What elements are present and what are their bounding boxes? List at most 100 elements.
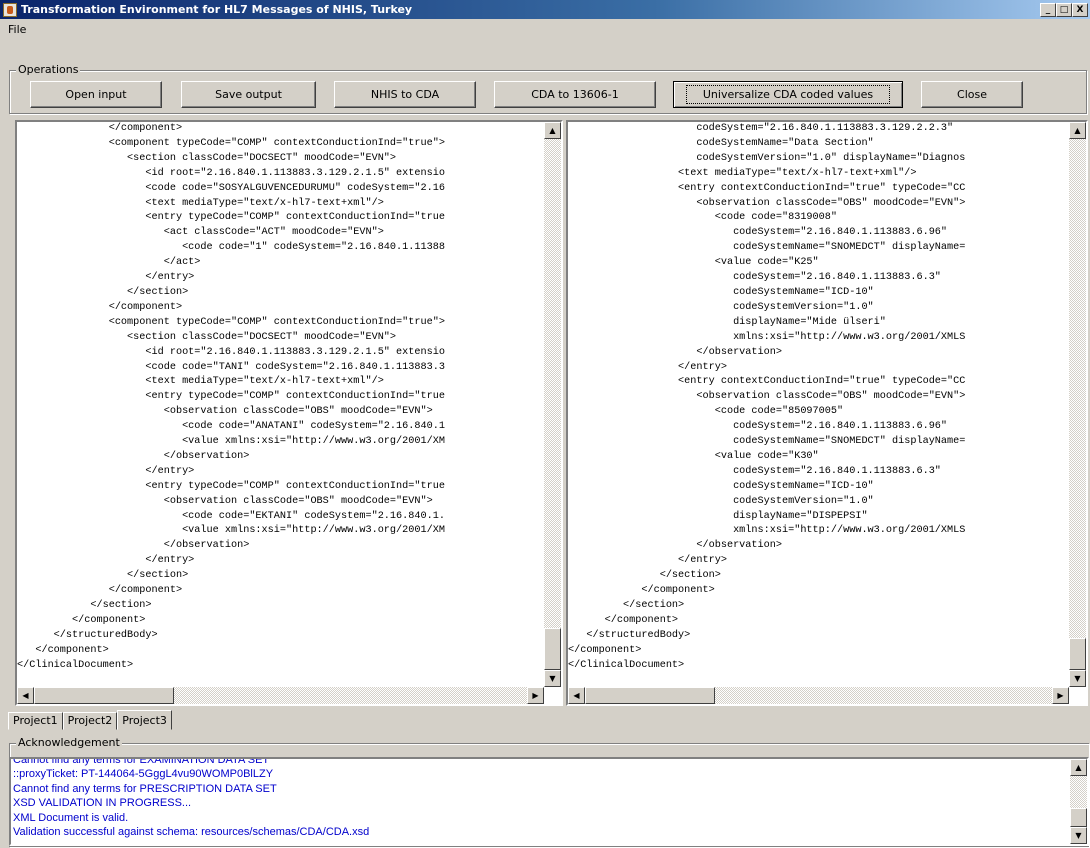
code-line: </entry>	[17, 465, 195, 477]
scroll-right-icon[interactable]: ▶	[527, 687, 544, 704]
code-line: displayName="Mide ülseri"	[568, 316, 886, 328]
code-line: <code code="8319008"	[568, 212, 837, 224]
scroll-down-icon[interactable]: ▼	[1070, 827, 1087, 844]
code-line: <entry contextConductionInd="true" typeC…	[568, 376, 966, 388]
code-line: displayName="DISPEPSI"	[568, 510, 868, 522]
code-line: <code code="ANATANI" codeSystem="2.16.84…	[17, 421, 445, 433]
code-line: codeSystemName="Data Section"	[568, 137, 874, 149]
code-line: codeSystemVersion="1.0"	[568, 495, 874, 507]
code-line: <observation classCode="OBS" moodCode="E…	[568, 197, 966, 209]
code-line: </observation>	[568, 540, 782, 552]
code-line: <value code="K30"	[568, 450, 819, 462]
code-line: <text mediaType="text/x-hl7-text+xml"/>	[568, 167, 917, 179]
code-line: </structuredBody>	[568, 629, 691, 641]
tab-project3[interactable]: Project3	[117, 710, 172, 730]
code-line: </observation>	[17, 540, 250, 552]
save-output-button[interactable]: Save output	[181, 81, 316, 108]
code-line: <entry typeCode="COMP" contextConduction…	[17, 212, 445, 224]
code-line: codeSystemName="SNOMEDCT" displayName=	[568, 242, 966, 254]
code-line: <section classCode="DOCSECT" moodCode="E…	[17, 331, 397, 343]
acknowledgement-log[interactable]: Cannot find any terms for EXAMINATION DA…	[9, 757, 1089, 846]
code-line: <value xmlns:xsi="http://www.w3.org/2001…	[17, 525, 445, 537]
scroll-up-icon[interactable]: ▲	[1069, 122, 1086, 139]
code-line: <value xmlns:xsi="http://www.w3.org/2001…	[17, 436, 445, 448]
code-line: <observation classCode="OBS" moodCode="E…	[17, 495, 433, 507]
code-line: </entry>	[17, 272, 195, 284]
code-line: codeSystemName="SNOMEDCT" displayName=	[568, 436, 966, 448]
java-icon	[3, 2, 17, 17]
code-line: <code code="EKTANI" codeSystem="2.16.840…	[17, 510, 445, 522]
input-vertical-scrollbar[interactable]: ▲ ▼	[544, 122, 561, 687]
log-line: Validation successful against schema: re…	[13, 826, 370, 839]
code-line: codeSystemName="ICD-10"	[568, 286, 874, 298]
close-window-button[interactable]: X	[1072, 2, 1088, 17]
code-line: <component typeCode="COMP" contextConduc…	[17, 316, 445, 328]
scroll-right-icon[interactable]: ▶	[1052, 687, 1069, 704]
close-button[interactable]: Close	[921, 81, 1023, 108]
code-line: <id root="2.16.840.1.113883.3.129.2.1.5"…	[17, 167, 445, 179]
code-line: <entry typeCode="COMP" contextConduction…	[17, 480, 445, 492]
scroll-up-icon[interactable]: ▲	[1070, 759, 1087, 776]
nhis-to-cda-button[interactable]: NHIS to CDA	[334, 81, 476, 108]
window-title: Transformation Environment for HL7 Messa…	[21, 3, 413, 16]
code-line: <id root="2.16.840.1.113883.3.129.2.1.5"…	[17, 346, 445, 358]
code-line: <code code="1" codeSystem="2.16.840.1.11…	[17, 242, 445, 254]
scroll-left-icon[interactable]: ◀	[17, 687, 34, 704]
code-line: codeSystemVersion="1.0"	[568, 301, 874, 313]
menu-file[interactable]: File	[4, 23, 30, 36]
scroll-down-icon[interactable]: ▼	[544, 670, 561, 687]
log-lines: Cannot find any terms for EXAMINATION DA…	[13, 757, 1071, 839]
code-line: </component>	[17, 123, 183, 134]
input-xml-text[interactable]: </component> <component typeCode="COMP" …	[17, 122, 445, 674]
output-xml-editor[interactable]: codeSystem="2.16.840.1.113883.3.129.2.2.…	[566, 120, 1088, 706]
minimize-button[interactable]: _	[1040, 2, 1056, 17]
code-line: </entry>	[568, 555, 727, 567]
input-horizontal-scrollbar[interactable]: ◀ ▶	[17, 687, 544, 704]
tab-project1[interactable]: Project1	[8, 712, 63, 730]
scroll-thumb[interactable]	[1069, 638, 1086, 670]
code-line: </ClinicalDocument>	[568, 659, 685, 671]
code-line: </component>	[17, 301, 183, 313]
operations-label: Operations	[16, 63, 81, 76]
scroll-down-icon[interactable]: ▼	[1069, 670, 1086, 687]
code-line: </section>	[17, 570, 189, 582]
code-line: </component>	[17, 614, 146, 626]
code-line: codeSystem="2.16.840.1.113883.6.96"	[568, 421, 948, 433]
cda-to-13606-button[interactable]: CDA to 13606-1	[494, 81, 656, 108]
scroll-thumb[interactable]	[544, 628, 561, 670]
code-line: </component>	[568, 614, 679, 626]
code-line: codeSystem="2.16.840.1.113883.6.96"	[568, 227, 948, 239]
output-xml-text[interactable]: codeSystem="2.16.840.1.113883.3.129.2.2.…	[568, 122, 965, 674]
log-vertical-scrollbar[interactable]: ▲ ▼	[1070, 759, 1087, 844]
maximize-button[interactable]: □	[1056, 2, 1072, 17]
project-tabs: Project1 Project2 Project3	[8, 710, 172, 730]
code-line: </component>	[568, 644, 642, 656]
code-line: <text mediaType="text/x-hl7-text+xml"/>	[17, 197, 384, 209]
code-line: <code code="SOSYALGUVENCEDURUMU" codeSys…	[17, 182, 445, 194]
code-line: <value code="K25"	[568, 257, 819, 269]
code-line: <act classCode="ACT" moodCode="EVN">	[17, 227, 384, 239]
code-line: codeSystemVersion="1.0" displayName="Dia…	[568, 152, 966, 164]
code-line: <section classCode="DOCSECT" moodCode="E…	[17, 152, 397, 164]
title-bar: Transformation Environment for HL7 Messa…	[0, 0, 1090, 19]
code-line: </ClinicalDocument>	[17, 659, 134, 671]
code-line: </observation>	[17, 450, 250, 462]
scroll-thumb[interactable]	[585, 687, 715, 704]
scroll-up-icon[interactable]: ▲	[544, 122, 561, 139]
code-line: </section>	[17, 600, 152, 611]
log-line: XSD VALIDATION IN PROGRESS...	[13, 797, 192, 810]
code-line: <observation classCode="OBS" moodCode="E…	[17, 406, 433, 418]
input-xml-editor[interactable]: </component> <component typeCode="COMP" …	[15, 120, 563, 706]
scroll-thumb[interactable]	[34, 687, 174, 704]
output-vertical-scrollbar[interactable]: ▲ ▼	[1069, 122, 1086, 687]
scroll-thumb[interactable]	[1070, 808, 1087, 827]
code-line: </component>	[17, 644, 109, 656]
code-line: </section>	[17, 286, 189, 298]
code-line: </section>	[568, 570, 721, 582]
open-input-button[interactable]: Open input	[30, 81, 162, 108]
log-line: Cannot find any terms for EXAMINATION DA…	[13, 757, 270, 766]
output-horizontal-scrollbar[interactable]: ◀ ▶	[568, 687, 1069, 704]
tab-project2[interactable]: Project2	[62, 712, 118, 730]
scroll-left-icon[interactable]: ◀	[568, 687, 585, 704]
universalize-cda-button[interactable]: Universalize CDA coded values	[673, 81, 903, 108]
